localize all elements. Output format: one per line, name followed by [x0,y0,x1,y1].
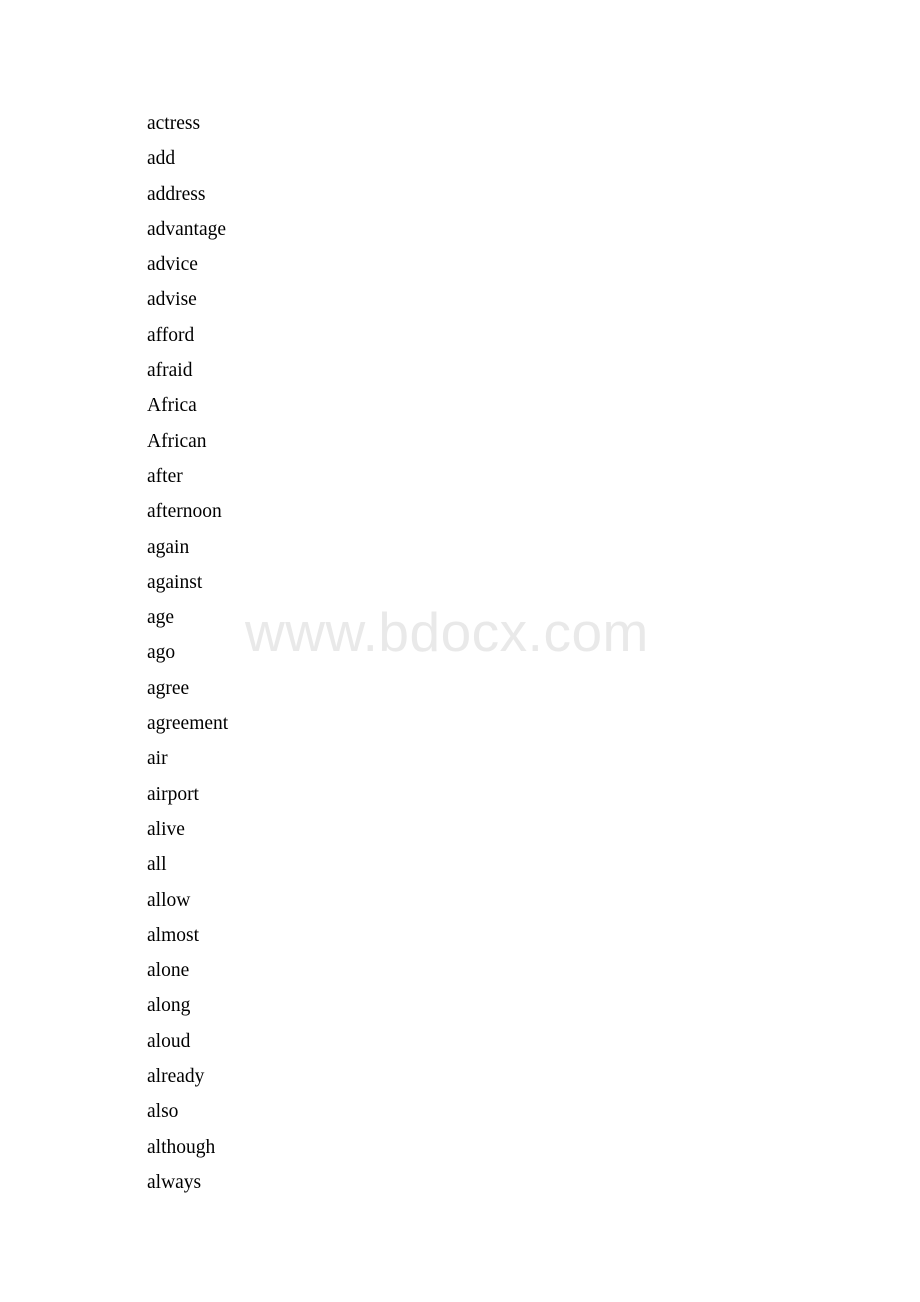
list-item: ago [147,642,176,664]
list-item: after [147,465,183,487]
list-item: advise [147,289,197,311]
list-item: add [147,148,176,170]
list-item: alone [147,960,190,982]
list-item: advantage [147,218,227,240]
document-content: actress add address advantage advice adv… [0,0,920,1302]
list-item: against [147,571,203,593]
list-item: actress [147,113,201,134]
list-item: advice [147,254,198,276]
list-item: all [147,854,167,876]
list-item: almost [147,924,199,946]
list-item: Africa [147,395,197,417]
list-item: along [147,995,191,1017]
list-item: again [147,536,190,558]
list-item: afraid [147,360,193,382]
list-item: always [147,1171,202,1193]
list-item: air [147,748,168,770]
list-item: address [147,183,206,205]
list-item: age [147,607,175,629]
list-item: aloud [147,1030,191,1052]
list-item: also [147,1101,179,1123]
list-item: alive [147,818,185,840]
list-item: African [147,430,207,452]
list-item: allow [147,889,191,911]
list-item: although [147,1136,216,1158]
document-page: www.bdocx.com actress add address advant… [0,0,920,1302]
list-item: already [147,1066,205,1088]
list-item: agree [147,677,190,699]
list-item: airport [147,783,199,805]
list-item: afternoon [147,501,222,523]
vocabulary-word-list: actress add address advantage advice adv… [147,106,747,1200]
list-item: agreement [147,713,229,735]
list-item: afford [147,324,195,346]
